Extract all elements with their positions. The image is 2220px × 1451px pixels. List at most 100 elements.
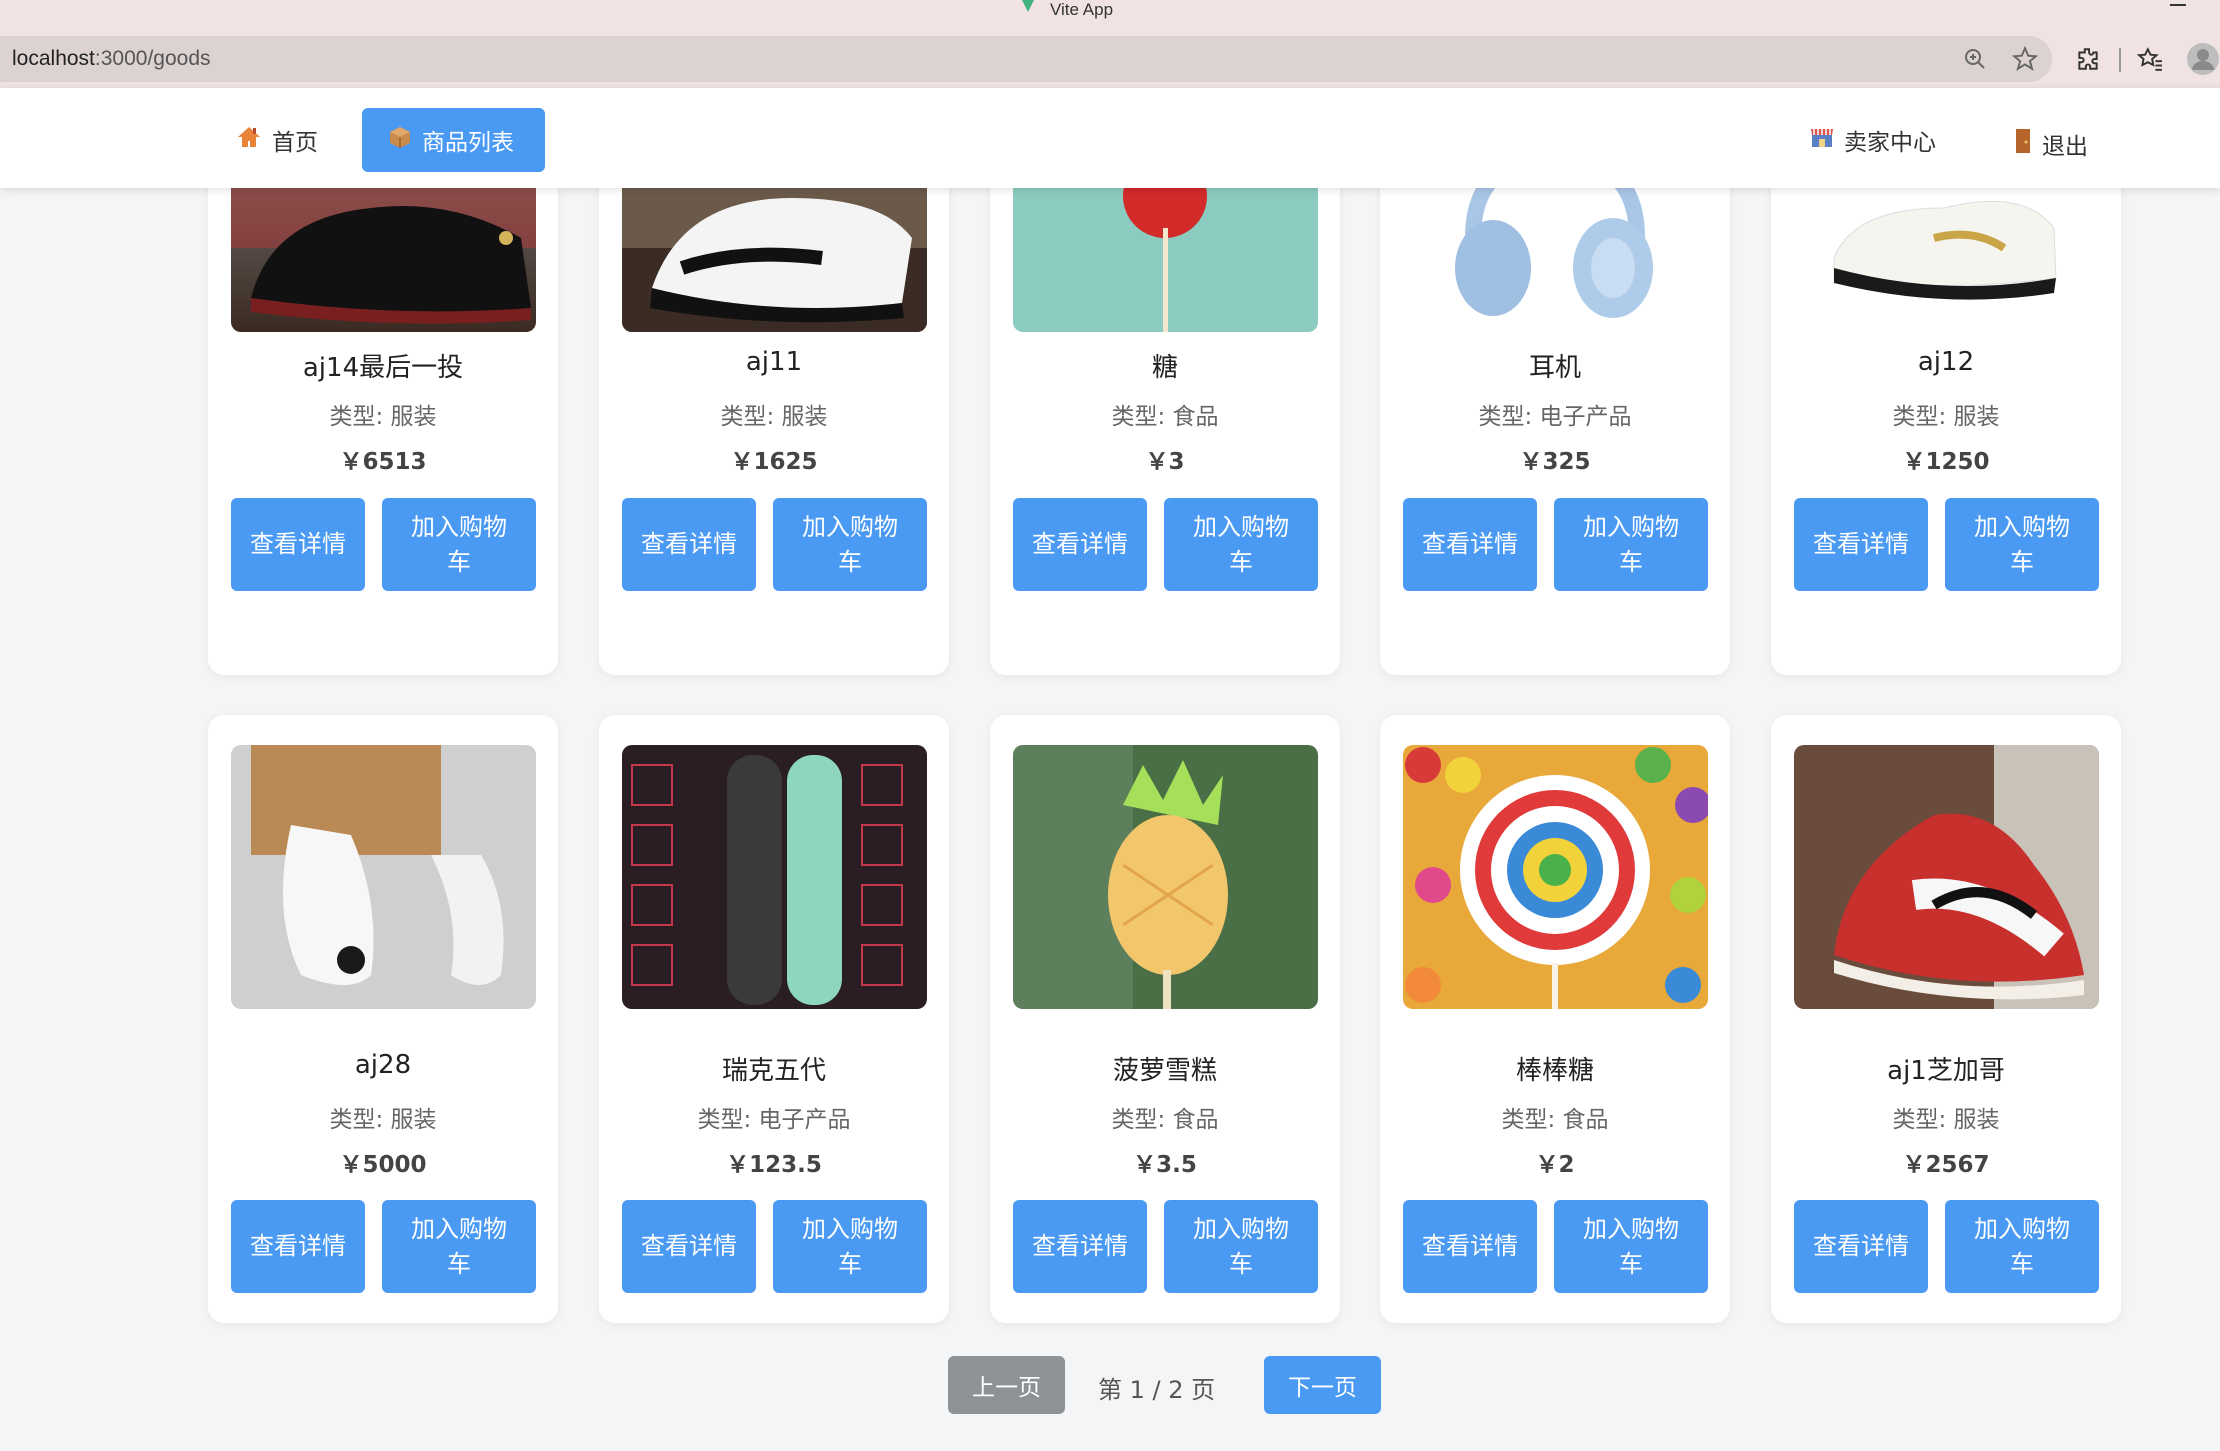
door-icon	[2014, 128, 2032, 160]
url-text[interactable]: localhost:3000/goods	[12, 47, 211, 71]
view-details-button[interactable]: 查看详情	[1013, 1200, 1147, 1293]
toolbar-divider	[2119, 48, 2121, 72]
add-to-cart-button[interactable]: 加入购物车	[1554, 1200, 1708, 1293]
view-details-button[interactable]: 查看详情	[231, 1200, 365, 1293]
view-details-button[interactable]: 查看详情	[1013, 498, 1147, 591]
product-card: 糖 类型: 食品 ￥3 查看详情 加入购物车	[990, 188, 1340, 675]
product-price: ￥1250	[1902, 449, 1990, 475]
product-type: 类型: 服装	[1892, 404, 2000, 430]
product-image[interactable]	[622, 188, 927, 332]
product-type: 类型: 电子产品	[1478, 404, 1632, 430]
browser-toolbar: localhost:3000/goods	[0, 28, 2220, 88]
nav-logout[interactable]: 退出	[1988, 112, 2114, 176]
extensions-icon[interactable]	[2073, 44, 2103, 74]
product-name: 糖	[1151, 353, 1178, 383]
product-type: 类型: 服装	[329, 404, 437, 430]
product-card: 瑞克五代 类型: 电子产品 ￥123.5 查看详情 加入购物车	[599, 715, 949, 1323]
product-price: ￥3.5	[1133, 1152, 1197, 1178]
page-indicator: 第 1 / 2 页	[1098, 1376, 1216, 1404]
window-title: Vite App	[1050, 0, 1114, 19]
product-image[interactable]	[1013, 188, 1318, 332]
product-price: ￥3	[1145, 449, 1185, 475]
add-to-cart-button[interactable]: 加入购物车	[773, 498, 927, 591]
bookmark-star-icon[interactable]	[2010, 44, 2040, 74]
app-navbar: 首页 商品列表 卖家中心 退出	[0, 88, 2220, 188]
product-name: aj11	[745, 347, 803, 377]
next-page-button[interactable]: 下一页	[1264, 1356, 1381, 1414]
nav-goods[interactable]: 商品列表	[362, 108, 545, 172]
product-price: ￥6513	[339, 449, 427, 475]
product-price: ￥2	[1535, 1152, 1575, 1178]
product-image[interactable]	[1403, 745, 1708, 1009]
favorites-icon[interactable]	[2135, 44, 2165, 74]
zoom-icon[interactable]	[1960, 44, 1990, 74]
nav-home[interactable]: 首页	[210, 108, 344, 172]
product-image[interactable]	[1794, 745, 2099, 1009]
product-name: 棒棒糖	[1515, 1056, 1594, 1086]
nav-home-label: 首页	[272, 130, 318, 156]
product-price: ￥5000	[339, 1152, 427, 1178]
product-card: 棒棒糖 类型: 食品 ￥2 查看详情 加入购物车	[1380, 715, 1730, 1323]
product-price: ￥2567	[1902, 1152, 1990, 1178]
product-image[interactable]	[1013, 745, 1318, 1009]
store-icon	[1810, 126, 1834, 154]
nav-seller-center[interactable]: 卖家中心	[1784, 108, 1962, 172]
add-to-cart-button[interactable]: 加入购物车	[1554, 498, 1708, 591]
product-type: 类型: 服装	[1892, 1107, 2000, 1133]
view-details-button[interactable]: 查看详情	[622, 498, 756, 591]
product-name: aj28	[354, 1050, 412, 1080]
product-image[interactable]	[231, 188, 536, 332]
house-icon	[236, 125, 262, 155]
prev-page-button[interactable]: 上一页	[948, 1356, 1065, 1414]
product-price: ￥123.5	[726, 1152, 822, 1178]
profile-avatar-icon[interactable]	[2186, 42, 2220, 76]
product-name: aj14最后一投	[302, 353, 464, 383]
product-type: 类型: 电子产品	[697, 1107, 851, 1133]
product-name: 耳机	[1528, 353, 1581, 383]
product-card: aj12 类型: 服装 ￥1250 查看详情 加入购物车	[1771, 188, 2121, 675]
product-image[interactable]	[622, 745, 927, 1009]
nav-logout-label: 退出	[2042, 134, 2088, 160]
product-card: aj28 类型: 服装 ￥5000 查看详情 加入购物车	[208, 715, 558, 1323]
product-type: 类型: 服装	[329, 1107, 437, 1133]
view-details-button[interactable]: 查看详情	[231, 498, 365, 591]
product-price: ￥1625	[730, 449, 818, 475]
package-icon	[388, 125, 412, 155]
vite-logo-icon	[1022, 0, 1034, 12]
product-card: aj1芝加哥 类型: 服装 ￥2567 查看详情 加入购物车	[1771, 715, 2121, 1323]
add-to-cart-button[interactable]: 加入购物车	[1164, 1200, 1318, 1293]
product-card: 菠萝雪糕 类型: 食品 ￥3.5 查看详情 加入购物车	[990, 715, 1340, 1323]
view-details-button[interactable]: 查看详情	[1794, 498, 1928, 591]
view-details-button[interactable]: 查看详情	[1403, 1200, 1537, 1293]
view-details-button[interactable]: 查看详情	[1403, 498, 1537, 591]
product-image[interactable]	[1794, 188, 2099, 332]
product-name: aj1芝加哥	[1887, 1056, 2005, 1086]
add-to-cart-button[interactable]: 加入购物车	[382, 498, 536, 591]
add-to-cart-button[interactable]: 加入购物车	[1945, 1200, 2099, 1293]
goods-list: aj14最后一投 类型: 服装 ￥6513 查看详情 加入购物车 aj11 类型…	[0, 188, 2220, 1451]
add-to-cart-button[interactable]: 加入购物车	[1945, 498, 2099, 591]
product-type: 类型: 食品	[1501, 1107, 1609, 1133]
product-name: 菠萝雪糕	[1112, 1056, 1217, 1086]
nav-goods-label: 商品列表	[422, 130, 514, 156]
address-bar[interactable]: localhost:3000/goods	[0, 36, 2052, 82]
product-type: 类型: 服装	[720, 404, 828, 430]
view-details-button[interactable]: 查看详情	[622, 1200, 756, 1293]
product-name: aj12	[1917, 347, 1975, 377]
product-type: 类型: 食品	[1111, 1107, 1219, 1133]
add-to-cart-button[interactable]: 加入购物车	[382, 1200, 536, 1293]
add-to-cart-button[interactable]: 加入购物车	[1164, 498, 1318, 591]
product-image[interactable]	[1403, 188, 1708, 332]
view-details-button[interactable]: 查看详情	[1794, 1200, 1928, 1293]
browser-titlebar: Vite App	[0, 0, 2220, 28]
product-card: aj11 类型: 服装 ￥1625 查看详情 加入购物车	[599, 188, 949, 675]
add-to-cart-button[interactable]: 加入购物车	[773, 1200, 927, 1293]
nav-seller-label: 卖家中心	[1844, 130, 1936, 156]
product-card: aj14最后一投 类型: 服装 ￥6513 查看详情 加入购物车	[208, 188, 558, 675]
product-name: 瑞克五代	[721, 1056, 826, 1086]
product-type: 类型: 食品	[1111, 404, 1219, 430]
minimize-icon[interactable]	[2170, 4, 2186, 6]
product-image[interactable]	[231, 745, 536, 1009]
product-price: ￥325	[1519, 449, 1591, 475]
product-card: 耳机 类型: 电子产品 ￥325 查看详情 加入购物车	[1380, 188, 1730, 675]
